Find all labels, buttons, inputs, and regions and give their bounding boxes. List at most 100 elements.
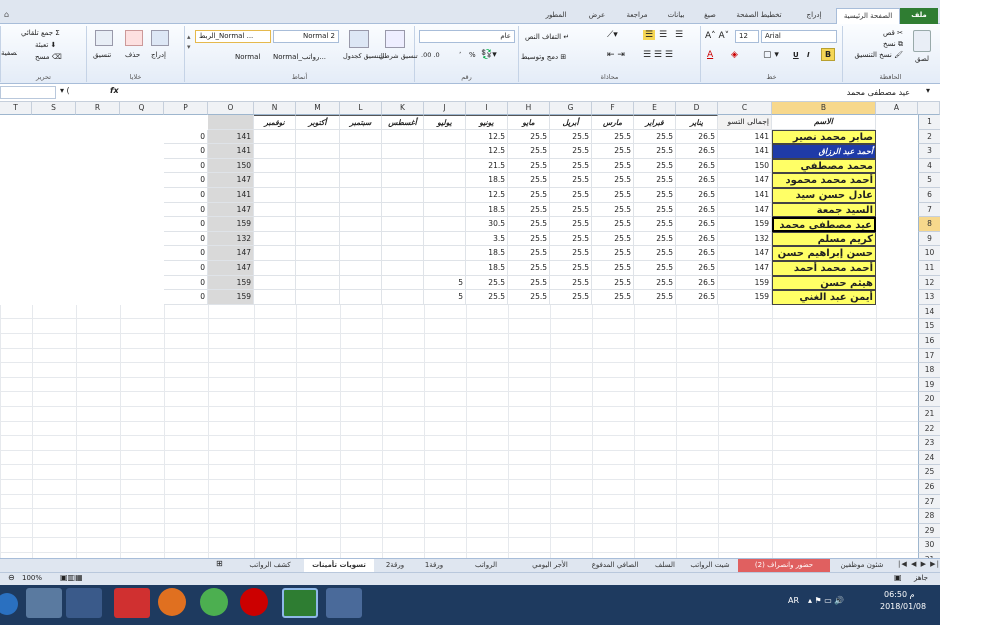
styles-scroll-icon[interactable]: ▴ ▾ — [187, 32, 191, 52]
month-value-cell[interactable]: 25.5 — [634, 217, 676, 232]
month-value-cell[interactable] — [382, 275, 424, 291]
month-header-cell[interactable]: نوفمبر — [254, 115, 296, 130]
month-header-cell[interactable]: مايو — [508, 115, 550, 130]
delete-cells-icon[interactable] — [125, 30, 143, 46]
row-header[interactable]: 24 — [918, 450, 940, 466]
borders-icon[interactable]: ▢ ▾ — [763, 50, 779, 60]
month-value-cell[interactable]: 25.5 — [592, 246, 634, 261]
month-value-cell[interactable] — [340, 290, 382, 305]
style-normal[interactable]: Normal — [235, 52, 260, 62]
month-value-cell[interactable] — [254, 129, 296, 145]
month-value-cell[interactable]: 26.5 — [676, 231, 718, 247]
month-value-cell[interactable]: 18.5 — [466, 173, 508, 188]
month-value-cell[interactable]: 25.5 — [466, 290, 508, 305]
sheet-nav-arrows-icon[interactable]: |◀ ◀ ▶ ▶| — [898, 560, 940, 568]
decimal-icon[interactable]: .00 .0 — [421, 50, 440, 60]
column-header-o[interactable]: O — [208, 102, 254, 115]
month-value-cell[interactable] — [340, 231, 382, 247]
month-value-cell[interactable] — [340, 158, 382, 174]
sheet-tab[interactable]: تسويات تأمينات — [304, 559, 374, 572]
app-taskbar-icon[interactable] — [326, 588, 362, 618]
month-value-cell[interactable]: 25.5 — [508, 173, 550, 188]
month-value-cell[interactable] — [296, 144, 340, 159]
macro-record-icon[interactable]: ▣ — [894, 573, 902, 582]
sheet-tab[interactable]: كشف الرواتب — [240, 559, 300, 572]
total-cell[interactable]: 150 — [718, 158, 772, 174]
month-value-cell[interactable]: 25.5 — [550, 129, 592, 145]
column-p-cell[interactable]: 0 — [164, 129, 208, 145]
month-value-cell[interactable] — [340, 129, 382, 145]
month-value-cell[interactable]: 25.5 — [592, 275, 634, 291]
italic-button[interactable]: I — [807, 50, 810, 60]
month-header-cell[interactable]: أكتوبر — [296, 115, 340, 130]
sheet-tab[interactable]: السلف — [646, 559, 684, 572]
column-o-cell[interactable]: 159 — [208, 217, 254, 232]
row-header[interactable]: 7 — [918, 202, 940, 218]
row-header[interactable]: 16 — [918, 334, 940, 349]
month-header-cell[interactable]: مارس — [592, 115, 634, 130]
column-header-l[interactable]: L — [340, 102, 382, 115]
month-value-cell[interactable]: 26.5 — [676, 202, 718, 218]
row-header[interactable]: 3 — [918, 144, 940, 159]
total-cell[interactable]: 147 — [718, 261, 772, 276]
language-indicator[interactable]: AR — [788, 596, 799, 605]
month-value-cell[interactable] — [382, 202, 424, 218]
column-header-g[interactable]: G — [550, 102, 592, 115]
tab-view[interactable]: عرض — [582, 8, 612, 24]
month-value-cell[interactable] — [382, 129, 424, 145]
row-header[interactable]: 9 — [918, 231, 940, 247]
month-value-cell[interactable] — [296, 231, 340, 247]
row-header[interactable]: 12 — [918, 275, 940, 291]
month-value-cell[interactable]: 25.5 — [550, 202, 592, 218]
column-header-p[interactable]: P — [164, 102, 208, 115]
employee-name-cell[interactable]: السيد جمعة — [772, 202, 876, 218]
employee-name-cell[interactable]: أحمد عبد الرزاق — [772, 144, 876, 159]
month-value-cell[interactable] — [424, 129, 466, 145]
month-header-cell[interactable]: يناير — [676, 115, 718, 130]
month-value-cell[interactable] — [340, 217, 382, 232]
month-value-cell[interactable] — [382, 144, 424, 159]
column-o-cell[interactable]: 141 — [208, 144, 254, 159]
month-value-cell[interactable] — [382, 261, 424, 276]
column-header-q[interactable]: Q — [120, 102, 164, 115]
month-value-cell[interactable] — [340, 173, 382, 188]
row-header[interactable]: 26 — [918, 480, 940, 495]
view-buttons-icon[interactable]: ▣▥▦ — [60, 573, 83, 582]
column-header-c[interactable]: C — [718, 102, 772, 115]
delete-cells-button[interactable]: حذف — [125, 50, 140, 60]
row-header[interactable]: 8 — [918, 217, 940, 232]
month-value-cell[interactable] — [296, 261, 340, 276]
indent-icon[interactable]: ⇤ ⇥ — [607, 50, 625, 60]
month-value-cell[interactable] — [424, 188, 466, 203]
month-value-cell[interactable] — [254, 158, 296, 174]
zoom-out-icon[interactable]: ⊖ — [8, 573, 15, 582]
row-header[interactable]: 4 — [918, 158, 940, 174]
employee-name-cell[interactable]: كريم مسلم — [772, 231, 876, 247]
row-header[interactable]: 14 — [918, 304, 940, 320]
column-p-cell[interactable]: 0 — [164, 231, 208, 247]
fill-color-icon[interactable]: ◈ — [731, 50, 738, 60]
row-header[interactable]: 5 — [918, 173, 940, 188]
month-header-cell[interactable]: يونيو — [466, 115, 508, 130]
month-value-cell[interactable]: 26.5 — [676, 158, 718, 174]
excel-taskbar-icon[interactable] — [282, 588, 318, 618]
column-header-a[interactable]: A — [876, 102, 918, 115]
column-header-i[interactable]: I — [466, 102, 508, 115]
row-header[interactable]: 25 — [918, 465, 940, 480]
row-header[interactable]: 19 — [918, 377, 940, 393]
header-total-cell[interactable]: إجمالى التسو — [718, 115, 772, 130]
month-value-cell[interactable]: 30.5 — [466, 217, 508, 232]
column-o-cell[interactable]: 150 — [208, 158, 254, 174]
total-cell[interactable]: 159 — [718, 217, 772, 232]
column-header-h[interactable]: H — [508, 102, 550, 115]
total-cell[interactable]: 159 — [718, 275, 772, 291]
column-o-cell[interactable]: 141 — [208, 188, 254, 203]
month-value-cell[interactable]: 26.5 — [676, 144, 718, 159]
total-cell[interactable]: 141 — [718, 188, 772, 203]
month-value-cell[interactable]: 25.5 — [634, 261, 676, 276]
recorder-icon[interactable] — [114, 588, 150, 618]
table-format-icon[interactable] — [349, 30, 369, 48]
start-icon[interactable] — [0, 593, 18, 615]
row-header[interactable]: 15 — [918, 319, 940, 334]
month-value-cell[interactable]: 25.5 — [634, 246, 676, 261]
